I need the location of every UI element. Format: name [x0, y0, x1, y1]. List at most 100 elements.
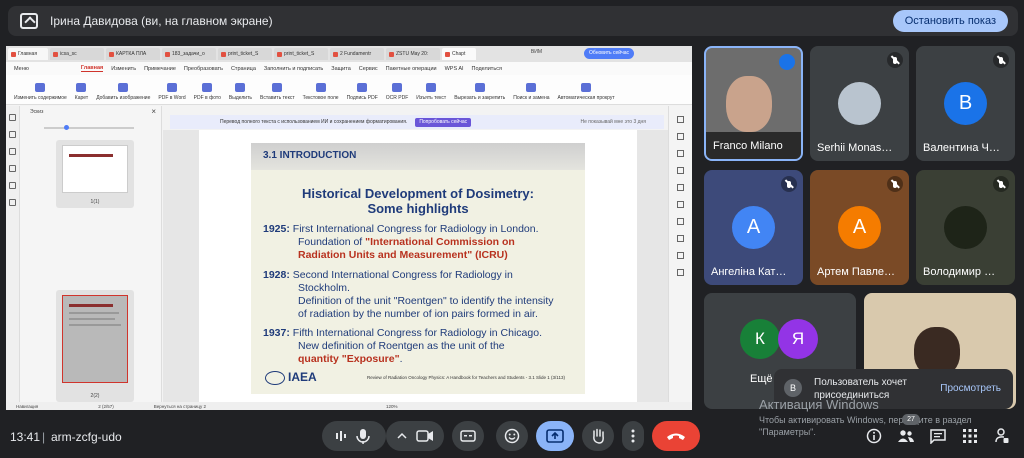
- menu-item[interactable]: Пакетные операции: [386, 66, 437, 72]
- mic-off-icon: [993, 52, 1009, 68]
- tab-doc[interactable]: print_ticket_S: [218, 48, 272, 60]
- participant-tile[interactable]: Володимир …: [916, 170, 1015, 285]
- chat-button[interactable]: [928, 426, 948, 446]
- menu-item-home[interactable]: Главная: [80, 65, 104, 72]
- menu-item[interactable]: Страница: [231, 66, 256, 72]
- thumbnail-icon[interactable]: [9, 114, 16, 121]
- participant-tile[interactable]: В Валентина Ч…: [916, 46, 1015, 161]
- tool-icon[interactable]: [677, 133, 684, 140]
- menu-item[interactable]: Изменить: [111, 66, 136, 72]
- extract-text-tool[interactable]: Изъять текст: [416, 83, 446, 101]
- tool-icon[interactable]: [677, 218, 684, 225]
- tab-doc[interactable]: КАРТКА ПЛА: [106, 48, 160, 60]
- tool-icon[interactable]: [677, 167, 684, 174]
- participant-tile[interactable]: А Артем Павле…: [810, 170, 909, 285]
- view-request-button[interactable]: Просмотреть: [940, 383, 1001, 394]
- page-indicator[interactable]: 2 (2/57): [98, 404, 114, 409]
- close-icon[interactable]: ×: [151, 107, 156, 116]
- participant-name: Franco Milano: [713, 140, 783, 152]
- share-button[interactable]: Поделиться: [472, 66, 502, 72]
- participant-name: Serhii Monas…: [817, 142, 893, 154]
- participant-name: Володимир …: [923, 266, 996, 278]
- clock: 13:41: [10, 430, 41, 444]
- pdf-to-word-tool[interactable]: PDF в Word: [158, 83, 186, 101]
- bookmark-icon[interactable]: [9, 131, 16, 138]
- slider-handle[interactable]: [64, 125, 69, 130]
- menu-item[interactable]: Преобразовать: [184, 66, 223, 72]
- reactions-button[interactable]: [496, 421, 528, 451]
- zoom-level[interactable]: 120%: [386, 404, 398, 409]
- tool-icon[interactable]: [677, 252, 684, 259]
- tool-icon[interactable]: [677, 269, 684, 276]
- update-now-button[interactable]: Обновить сейчас: [584, 48, 634, 59]
- ocr-pdf-tool[interactable]: OCR PDF: [386, 83, 408, 101]
- text-box-tool[interactable]: Текстовое поле: [303, 83, 339, 101]
- page-thumbnail[interactable]: 1(1): [56, 140, 134, 208]
- participant-tile-speaking[interactable]: Franco Milano: [704, 46, 803, 161]
- menu-item[interactable]: Меню: [14, 66, 29, 72]
- highlight-tool[interactable]: Выделить: [229, 83, 252, 101]
- find-replace-tool[interactable]: Поиск и замена: [513, 83, 550, 101]
- more-options-button[interactable]: [622, 421, 644, 451]
- microphone-button[interactable]: [322, 421, 386, 451]
- file-icon: [221, 51, 226, 57]
- tab-doc[interactable]: 2 Fundamentr: [330, 48, 384, 60]
- try-now-button[interactable]: Попробовать сейчас: [415, 117, 472, 127]
- dismiss-link[interactable]: Не показывай мне это 3 дня: [580, 119, 646, 125]
- layers-icon[interactable]: [9, 182, 16, 189]
- avatar: А: [732, 206, 775, 249]
- insert-text-tool[interactable]: Вставить текст: [260, 83, 295, 101]
- activities-button[interactable]: [960, 426, 980, 446]
- caret-tool[interactable]: Карет: [75, 83, 88, 101]
- participant-tile[interactable]: Serhii Monas…: [810, 46, 909, 161]
- host-controls-button[interactable]: [992, 426, 1012, 446]
- camera-button[interactable]: [386, 421, 444, 451]
- comment-icon[interactable]: [9, 148, 16, 155]
- right-tool-strip: [668, 106, 692, 402]
- crop-pin-tool[interactable]: Вырезать и закрепить: [454, 83, 505, 101]
- tab-home[interactable]: Главная: [8, 48, 48, 60]
- menu-item[interactable]: Заполнить и подписать: [264, 66, 323, 72]
- tab-doc[interactable]: print_ticket_S: [274, 48, 328, 60]
- toolbar-ribbon: Изменить содержимое Карет Добавить изобр…: [6, 75, 692, 105]
- database-icon[interactable]: [9, 199, 16, 206]
- menu-item[interactable]: Защита: [331, 66, 351, 72]
- tool-icon[interactable]: [677, 116, 684, 123]
- thumbnail-zoom-slider[interactable]: [44, 125, 134, 130]
- tab-doc[interactable]: icsa_sc: [50, 48, 104, 60]
- slide-item-1937: 1937: Fifth International Congress for R…: [263, 327, 542, 365]
- tool-icon[interactable]: [677, 235, 684, 242]
- tool-icon[interactable]: [677, 201, 684, 208]
- tool-icon[interactable]: [677, 150, 684, 157]
- tool-icon[interactable]: [677, 184, 684, 191]
- sign-pdf-tool[interactable]: Подпись PDF: [347, 83, 378, 101]
- thumbnail-panel: Эскиз × 1(1) 2(2): [20, 106, 162, 402]
- pdf-to-photo-tool[interactable]: PDF в фото: [194, 83, 221, 101]
- captions-button[interactable]: [452, 421, 484, 451]
- page-thumbnail-selected[interactable]: 2(2): [56, 290, 134, 402]
- meeting-code: arm-zcfg-udo: [51, 430, 122, 444]
- attachment-icon[interactable]: [9, 165, 16, 172]
- file-icon: [53, 51, 58, 57]
- back-to-page-link[interactable]: Вернуться на страницу 2: [154, 404, 206, 409]
- camera-icon: [397, 430, 433, 442]
- menu-item-wps-ai[interactable]: WPS AI: [445, 66, 464, 72]
- present-button-active[interactable]: [536, 421, 574, 451]
- menu-item[interactable]: Примечание: [144, 66, 176, 72]
- add-image-tool[interactable]: Добавить изображение: [96, 83, 150, 101]
- autoscroll-tool[interactable]: Автоматическая прокрут: [558, 83, 615, 101]
- tab-active-doc[interactable]: Chapt: [442, 48, 476, 60]
- account-badge[interactable]: ВИМ: [531, 49, 542, 55]
- slide-caption: Review of Radiation Oncology Physics: A …: [367, 375, 565, 380]
- tab-doc[interactable]: 183_задачи_о: [162, 48, 216, 60]
- navigation-label[interactable]: Навигация: [16, 404, 38, 409]
- edit-content-tool[interactable]: Изменить содержимое: [14, 83, 67, 101]
- raise-hand-button[interactable]: [582, 421, 614, 451]
- people-button[interactable]: [896, 426, 916, 446]
- stop-presenting-button[interactable]: Остановить показ: [892, 10, 1008, 32]
- participant-tile[interactable]: А Ангеліна Кат…: [704, 170, 803, 285]
- leave-call-button[interactable]: [652, 421, 700, 451]
- menu-item[interactable]: Сервис: [359, 66, 378, 72]
- meeting-info-button[interactable]: [864, 426, 884, 446]
- tab-doc[interactable]: ZSTU May 20:: [386, 48, 440, 60]
